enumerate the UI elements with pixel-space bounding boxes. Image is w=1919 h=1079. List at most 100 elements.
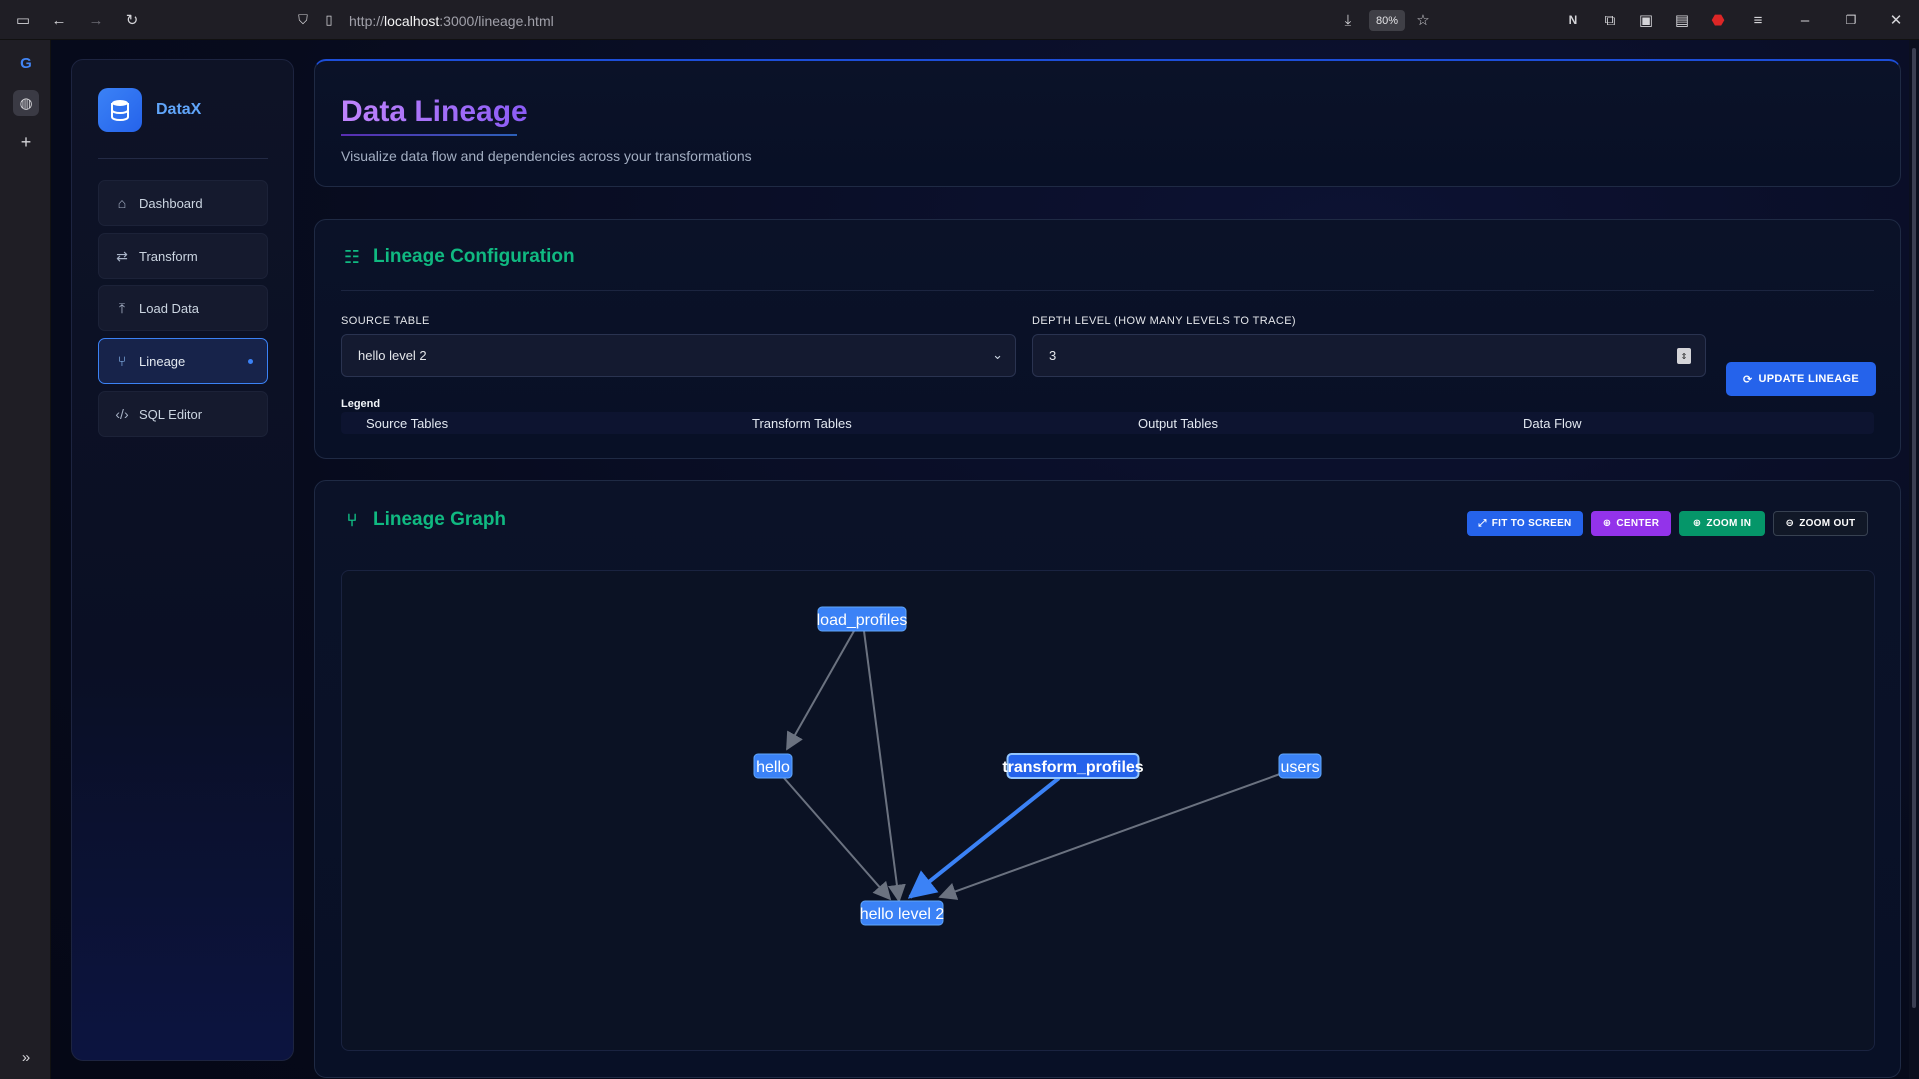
lineage-graph: load_profileshello transform_profiles user… (753, 606, 1322, 926)
edge-load_profiles-to-hello[interactable] (786, 630, 855, 751)
page-icon: ▯ (325, 12, 333, 27)
graph-icon: ⑂ (117, 353, 127, 369)
zoom-out-icon: ⊖ (1785, 518, 1795, 529)
node-label: users (1280, 759, 1319, 776)
node-label: hello level 2 (860, 906, 945, 923)
forward-icon[interactable]: → (86, 10, 106, 30)
browser-sidebar: G ◍ + » (0, 40, 51, 1079)
depth-level-value: 3 (1049, 348, 1057, 363)
sidebar-item-label: Dashboard (139, 195, 203, 211)
node-hello_level_2[interactable]: hello level 2 (860, 900, 945, 926)
reload-icon[interactable]: ↻ (122, 10, 142, 30)
lineage-graph-canvas[interactable]: load_profileshello transform_profiles user… (341, 570, 1875, 1051)
sliders-icon: ☷ (343, 246, 361, 267)
sidebar-item-dashboard[interactable]: ⌂ Dashboard (98, 180, 268, 226)
back-icon[interactable]: ← (49, 10, 69, 30)
node-users[interactable]: users (1278, 753, 1322, 779)
restore-icon[interactable]: ❐ (1841, 10, 1861, 30)
browser-toolbar: ▭ ← → ↻ ⛉ ▯ http://localhost:3000/lineag… (0, 0, 1919, 40)
edge-load_profiles-to-hello_level_2[interactable] (863, 630, 906, 903)
graph-icon: ⑂ (346, 509, 358, 530)
upload-icon: ⤒ (118, 299, 126, 316)
reader-icon[interactable]: ▤ (1672, 10, 1692, 30)
globe-icon[interactable]: ◍ (13, 90, 39, 116)
ublock-icon[interactable]: ⬣ (1708, 10, 1728, 30)
spinner-icon[interactable]: ⇕ (1677, 348, 1691, 364)
node-label: hello (756, 759, 790, 776)
chevron-down-icon: ⌄ (992, 347, 1003, 362)
center-button[interactable]: ⊕ CENTER (1591, 511, 1671, 536)
account-icon[interactable]: N (1563, 10, 1583, 30)
extensions-icon[interactable]: ⧉ (1600, 10, 1620, 30)
edge-transform_profiles-to-hello_level_2[interactable] (907, 776, 1061, 899)
database-icon (98, 88, 142, 132)
update-lineage-button[interactable]: ⟳ UPDATE LINEAGE (1726, 362, 1876, 396)
download-icon[interactable]: ⤓ (1338, 10, 1358, 30)
edge-hello-to-hello_level_2[interactable] (783, 777, 892, 901)
legend-item: Transform Tables (752, 416, 852, 431)
config-heading: Lineage Configuration (373, 246, 575, 267)
zoom-in-button[interactable]: ⊕ ZOOM IN (1679, 511, 1765, 536)
active-indicator (248, 359, 253, 364)
page-title: Data Lineage (341, 95, 528, 128)
legend-item: Data Flow (1523, 416, 1582, 431)
section-heading: ⑂ Lineage Graph (341, 509, 506, 531)
address-bar[interactable]: ⛉ ▯ http://localhost:3000/lineage.html (287, 6, 1429, 34)
node-load_profiles[interactable]: load_profiles (817, 606, 908, 632)
brand-name: DataX (156, 101, 202, 118)
sidebar-item-transform[interactable]: ⇄ Transform (98, 233, 268, 279)
sidebar-item-label: Lineage (139, 353, 186, 369)
home-icon: ⌂ (117, 195, 127, 211)
depth-level-input[interactable]: 3 ⇕ (1032, 334, 1706, 377)
scrollbar-thumb[interactable] (1912, 48, 1916, 1008)
url-text[interactable]: http://localhost:3000/lineage.html (349, 13, 554, 29)
brand[interactable]: DataX (98, 88, 201, 132)
divider (341, 290, 1874, 291)
node-transform_profiles[interactable]: transform_profiles (1002, 753, 1144, 779)
sidebar-item-sql-editor[interactable]: ‹/› SQL Editor (98, 391, 268, 437)
google-icon[interactable]: G (13, 50, 39, 76)
add-icon[interactable]: + (13, 129, 39, 155)
node-label: transform_profiles (1002, 759, 1143, 776)
edge-users-to-hello_level_2[interactable] (938, 773, 1281, 900)
app-viewport: DataX ⌂ Dashboard ⇄ Transform ⤒ Load Dat… (51, 40, 1909, 1079)
node-label: load_profiles (817, 612, 908, 629)
sidebar: DataX ⌂ Dashboard ⇄ Transform ⤒ Load Dat… (71, 59, 294, 1061)
zoom-out-button[interactable]: ⊖ ZOOM OUT (1773, 511, 1868, 536)
divider (98, 158, 268, 159)
fit-to-screen-button[interactable]: ⤢ FIT TO SCREEN (1467, 511, 1583, 536)
legend: Source Tables Transform Tables Output Ta… (341, 412, 1874, 434)
graph-heading: Lineage Graph (373, 509, 507, 530)
node-hello[interactable]: hello (753, 753, 793, 779)
sidebar-item-label: Transform (139, 248, 198, 264)
legend-item: Output Tables (1138, 416, 1218, 431)
minimize-icon[interactable]: – (1795, 10, 1815, 30)
lineage-configuration-panel: ☷ Lineage Configuration SOURCE TABLE hel… (314, 219, 1901, 459)
sidebar-item-label: Load Data (139, 300, 199, 316)
lineage-graph-panel: ⑂ Lineage Graph ⤢ FIT TO SCREEN ⊕ CENTER ⊕… (314, 480, 1901, 1078)
shield-icon[interactable]: ⛉ (293, 10, 313, 30)
zoom-level[interactable]: 80% (1369, 10, 1405, 31)
page-header: Data Lineage Visualize data flow and dep… (314, 59, 1901, 187)
swap-icon: ⇄ (116, 247, 128, 264)
crosshair-icon: ⊕ (1602, 518, 1612, 529)
sidebar-item-label: SQL Editor (139, 406, 203, 422)
sidebar-item-lineage[interactable]: ⑂ Lineage (98, 338, 268, 384)
legend-title: Legend (341, 398, 381, 410)
source-table-label: SOURCE TABLE (341, 315, 430, 327)
sidebar-toggle-icon[interactable]: ▭ (13, 10, 33, 30)
close-icon[interactable]: ✕ (1886, 10, 1906, 30)
page-subtitle: Visualize data flow and dependencies acr… (341, 148, 752, 164)
container-icon[interactable]: ▣ (1636, 10, 1656, 30)
refresh-icon: ⟳ (1742, 373, 1753, 386)
title-underline (341, 134, 517, 136)
zoom-in-icon: ⊕ (1692, 518, 1702, 529)
source-table-select[interactable]: hello level 2 ⌄ (341, 334, 1016, 377)
expand-sidebar-icon[interactable]: » (13, 1044, 39, 1070)
source-table-value: hello level 2 (358, 348, 427, 363)
expand-icon: ⤢ (1478, 518, 1487, 529)
menu-icon[interactable]: ≡ (1748, 10, 1768, 30)
star-icon[interactable]: ☆ (1413, 10, 1433, 30)
depth-level-label: DEPTH LEVEL (HOW MANY LEVELS TO TRACE) (1032, 315, 1296, 327)
sidebar-item-load-data[interactable]: ⤒ Load Data (98, 285, 268, 331)
